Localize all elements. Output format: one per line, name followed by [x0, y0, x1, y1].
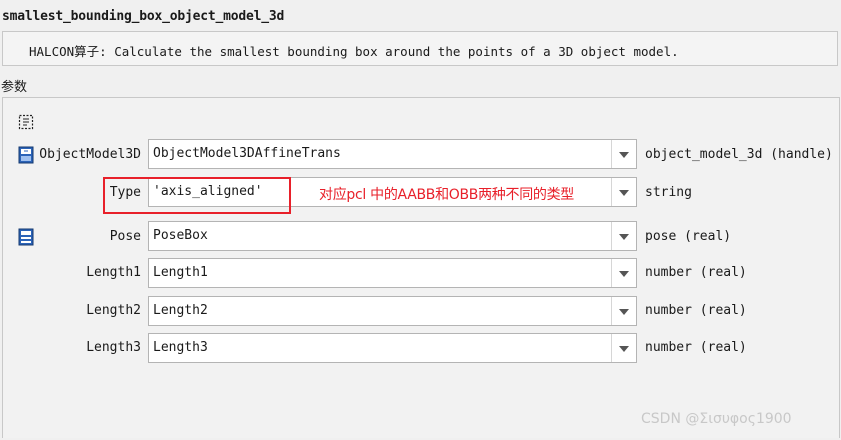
- chevron-down-icon[interactable]: [611, 297, 636, 325]
- param-semantic-length2: number (real): [645, 303, 747, 318]
- param-combo-length3[interactable]: Length3: [148, 333, 637, 363]
- param-semantic-length3: number (real): [645, 340, 747, 355]
- annotation-highlight-box: [103, 177, 291, 214]
- chevron-down-icon[interactable]: [611, 140, 636, 168]
- param-label-length2: Length2: [86, 303, 141, 318]
- chevron-down-icon[interactable]: [611, 178, 636, 206]
- param-combo-objectmodel3d[interactable]: ObjectModel3DAffineTrans: [148, 139, 637, 169]
- param-combo-pose[interactable]: PoseBox: [148, 221, 637, 251]
- param-semantic-length1: number (real): [645, 265, 747, 280]
- annotation-text: 对应pcl 中的AABB和OBB两种不同的类型: [319, 187, 575, 203]
- watermark: CSDN @Σισυφος1900: [641, 411, 792, 427]
- param-label-length3: Length3: [86, 340, 141, 355]
- param-value-length3: Length3: [153, 340, 208, 355]
- operator-description: HALCON算子: Calculate the smallest boundin…: [29, 44, 679, 59]
- param-label-objectmodel3d: ObjectModel3D: [39, 147, 141, 162]
- param-label-length1: Length1: [86, 265, 141, 280]
- param-value-pose: PoseBox: [153, 228, 208, 243]
- param-value-length1: Length1: [153, 265, 208, 280]
- param-value-objectmodel3d: ObjectModel3DAffineTrans: [153, 146, 341, 161]
- operator-description-box: HALCON算子: Calculate the smallest boundin…: [2, 31, 838, 66]
- param-semantic-objectmodel3d: object_model_3d (handle): [645, 147, 833, 162]
- chevron-down-icon[interactable]: [611, 259, 636, 287]
- param-semantic-pose: pose (real): [645, 229, 732, 244]
- parameters-heading: 参数: [1, 80, 28, 95]
- param-combo-length1[interactable]: Length1: [148, 258, 637, 288]
- param-value-length2: Length2: [153, 303, 208, 318]
- operator-dotted-icon: [18, 114, 34, 130]
- chevron-down-icon[interactable]: [611, 334, 636, 362]
- chevron-down-icon[interactable]: [611, 222, 636, 250]
- param-label-pose: Pose: [109, 229, 141, 244]
- operator-title: smallest_bounding_box_object_model_3d: [2, 9, 285, 24]
- param-semantic-type: string: [645, 185, 692, 200]
- param-combo-length2[interactable]: Length2: [148, 296, 637, 326]
